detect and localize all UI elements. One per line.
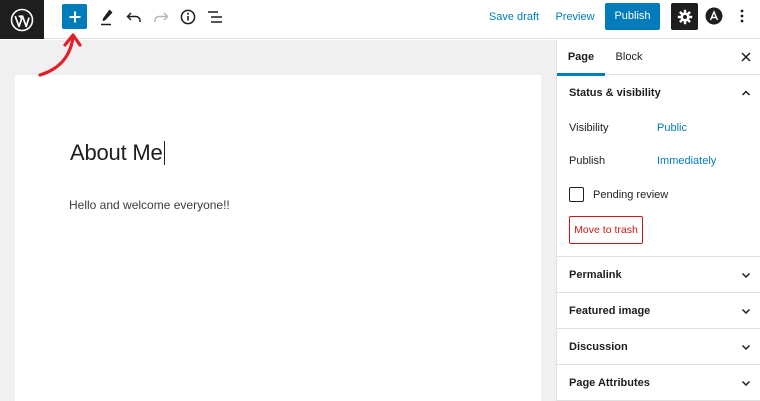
preview-button[interactable]: Preview — [551, 6, 599, 28]
post-title-text: About Me — [70, 140, 163, 165]
paragraph-block[interactable]: Hello and welcome everyone!! — [69, 198, 230, 212]
publish-date-toggle[interactable]: Immediately — [657, 155, 716, 167]
publish-label: Publish — [569, 155, 606, 167]
gear-icon — [677, 9, 692, 24]
undo-icon — [126, 12, 141, 22]
save-draft-button[interactable]: Save draft — [480, 6, 548, 28]
settings-sidebar: Page Block Status & visibility Visibilit… — [556, 40, 760, 401]
list-view-icon — [208, 11, 222, 23]
sidebar-tabs: Page Block — [557, 40, 760, 76]
editor-canvas[interactable] — [15, 75, 541, 401]
redo-button[interactable] — [150, 6, 172, 28]
page-attributes-panel-toggle[interactable]: Page Attributes — [557, 365, 760, 401]
post-title-field[interactable]: About Me — [70, 140, 165, 166]
page-attributes-title: Page Attributes — [569, 377, 650, 389]
text-caret — [163, 141, 165, 165]
pending-review-checkbox[interactable] — [569, 187, 584, 202]
plugin-icon — [705, 7, 723, 25]
editor-header: Save draft Preview Publish — [0, 0, 760, 39]
plus-icon — [69, 11, 80, 22]
wordpress-logo-icon — [10, 8, 34, 31]
chevron-down-icon — [741, 308, 751, 315]
details-button[interactable] — [177, 6, 199, 28]
pending-review-label[interactable]: Pending review — [593, 189, 668, 201]
permalink-title: Permalink — [569, 269, 622, 281]
more-vertical-icon — [740, 9, 744, 23]
plugin-button[interactable] — [704, 6, 724, 26]
block-inserter-button[interactable] — [62, 4, 87, 29]
tab-page[interactable]: Page — [557, 40, 605, 76]
status-visibility-title: Status & visibility — [569, 87, 661, 99]
chevron-up-icon — [741, 90, 751, 96]
visibility-label: Visibility — [569, 122, 609, 134]
featured-image-panel-toggle[interactable]: Featured image — [557, 293, 760, 329]
tools-button[interactable] — [96, 6, 118, 28]
pen-icon — [101, 9, 113, 26]
discussion-panel-toggle[interactable]: Discussion — [557, 329, 760, 365]
list-view-button[interactable] — [204, 6, 226, 28]
status-visibility-panel-toggle[interactable]: Status & visibility — [557, 75, 760, 112]
chevron-down-icon — [741, 380, 751, 387]
visibility-toggle[interactable]: Public — [657, 122, 687, 134]
featured-image-title: Featured image — [569, 305, 651, 317]
info-icon — [180, 9, 196, 25]
permalink-panel-toggle[interactable]: Permalink — [557, 257, 760, 293]
tab-block[interactable]: Block — [609, 40, 649, 75]
settings-button[interactable] — [671, 3, 698, 30]
chevron-down-icon — [741, 344, 751, 351]
chevron-down-icon — [741, 272, 751, 279]
annotation-arrow-icon — [38, 33, 82, 77]
undo-button[interactable] — [123, 6, 145, 28]
redo-icon — [154, 12, 169, 22]
more-options-button[interactable] — [732, 6, 752, 26]
discussion-title: Discussion — [569, 341, 628, 353]
move-to-trash-button[interactable]: Move to trash — [569, 216, 643, 244]
publish-button[interactable]: Publish — [605, 3, 660, 30]
status-visibility-panel: Visibility Public Publish Immediately Pe… — [557, 112, 760, 257]
close-icon[interactable] — [739, 50, 753, 64]
